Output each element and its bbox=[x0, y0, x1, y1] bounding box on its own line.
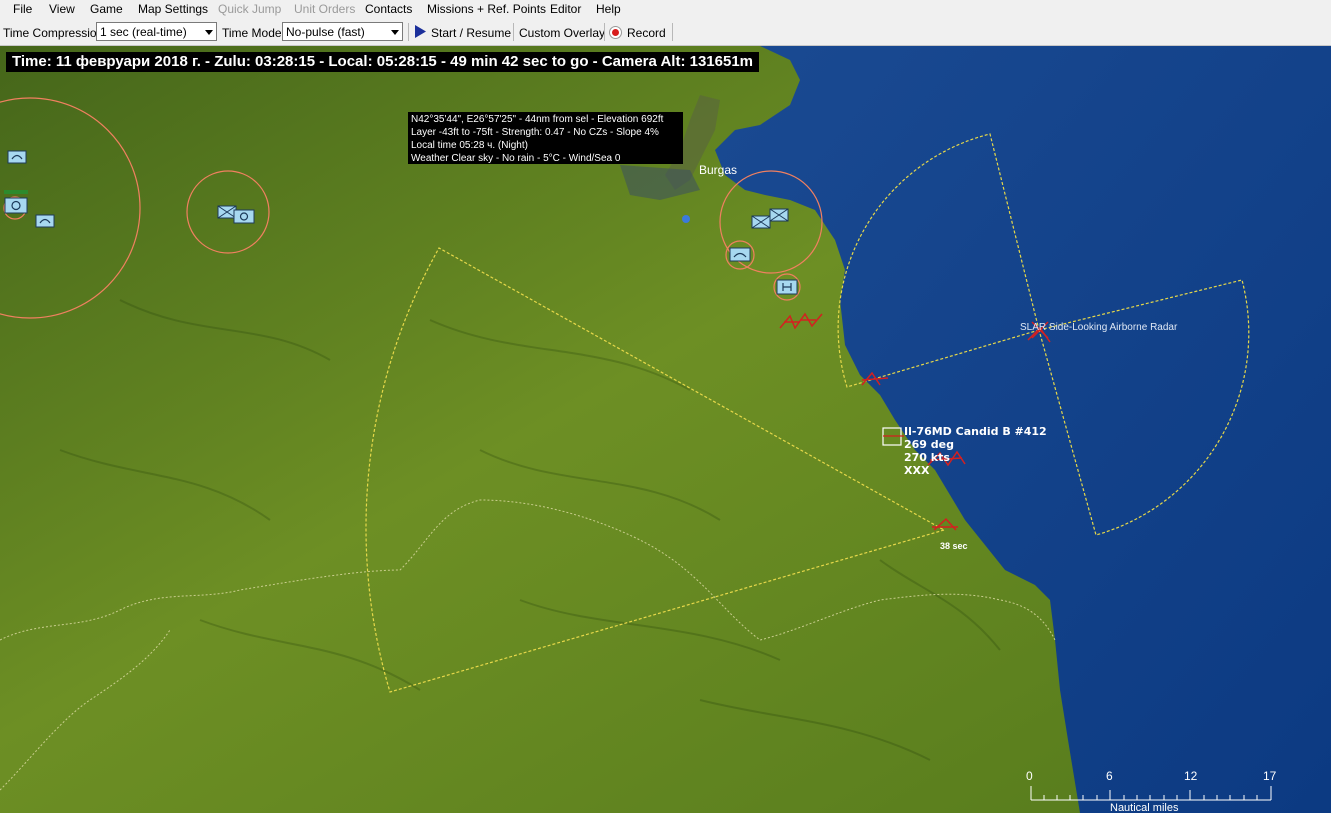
chevron-down-icon bbox=[205, 30, 213, 35]
friendly-unit-icon[interactable] bbox=[776, 279, 798, 295]
menu-editor[interactable]: Editor bbox=[550, 2, 581, 16]
status-text: Time: 11 февруари 2018 г. - Zulu: 03:28:… bbox=[12, 53, 754, 70]
scale-tick-label: 0 bbox=[1026, 769, 1033, 783]
info-local-time: Local time 05:28 ч. (Night) bbox=[411, 140, 528, 151]
time-compression-value: 1 sec (real-time) bbox=[100, 25, 187, 39]
contact-label: Il-76MD Candid B #412 269 deg 270 kts XX… bbox=[904, 425, 1047, 477]
custom-overlay-button[interactable]: Custom Overlay bbox=[519, 22, 606, 42]
scale-unit-label: Nautical miles bbox=[1110, 802, 1179, 813]
time-compression-label: Time Compression: bbox=[3, 26, 107, 40]
scale-ruler bbox=[1030, 786, 1272, 801]
menu-game[interactable]: Game bbox=[90, 2, 123, 16]
toolbar: Time Compression: 1 sec (real-time) Time… bbox=[0, 19, 1331, 46]
time-compression-select[interactable]: 1 sec (real-time) bbox=[96, 22, 217, 41]
slar-label: SLAR Side-Looking Airborne Radar bbox=[1020, 322, 1178, 333]
city-label-burgas: Burgas bbox=[699, 163, 738, 177]
friendly-unit-icon[interactable] bbox=[7, 150, 27, 164]
menu-missions-ref-points[interactable]: Missions + Ref. Points bbox=[427, 2, 546, 16]
menu-bar: File View Game Map Settings Quick Jump U… bbox=[0, 0, 1331, 19]
friendly-unit-icon[interactable] bbox=[35, 214, 55, 228]
menu-unit-orders[interactable]: Unit Orders bbox=[294, 2, 355, 16]
info-weather: Weather Clear sky - No rain - 5°C - Wind… bbox=[411, 153, 621, 164]
map-info-tooltip: N42°35'44", E26°57'25" - 44nm from sel -… bbox=[408, 112, 683, 164]
record-label: Record bbox=[627, 26, 666, 40]
custom-overlay-label: Custom Overlay bbox=[519, 26, 606, 40]
status-line: Time: 11 февруари 2018 г. - Zulu: 03:28:… bbox=[6, 52, 760, 72]
toolbar-separator bbox=[513, 23, 514, 41]
timer-label: 38 sec bbox=[940, 541, 968, 551]
friendly-unit-icon[interactable] bbox=[4, 190, 28, 214]
friendly-unit-icon[interactable] bbox=[729, 247, 751, 262]
info-coordinates: N42°35'44", E26°57'25" - 44nm from sel -… bbox=[411, 114, 664, 125]
time-mode-select[interactable]: No-pulse (fast) bbox=[282, 22, 403, 41]
record-button[interactable]: Record bbox=[608, 22, 670, 42]
lake-marker bbox=[682, 215, 690, 223]
contact-altitude: XXX bbox=[904, 464, 930, 477]
scale-tick-label: 12 bbox=[1184, 769, 1198, 783]
toolbar-separator bbox=[408, 23, 409, 41]
start-resume-label: Start / Resume bbox=[431, 26, 512, 40]
scale-tick-label: 6 bbox=[1106, 769, 1113, 783]
time-mode-value: No-pulse (fast) bbox=[286, 25, 365, 39]
menu-view[interactable]: View bbox=[49, 2, 75, 16]
contact-name: Il-76MD Candid B #412 bbox=[904, 425, 1047, 438]
scale-tick-label: 17 bbox=[1263, 769, 1277, 783]
toolbar-separator bbox=[672, 23, 673, 41]
chevron-down-icon bbox=[391, 30, 399, 35]
contact-heading: 269 deg bbox=[904, 438, 954, 451]
menu-file[interactable]: File bbox=[13, 2, 32, 16]
play-icon bbox=[415, 25, 426, 38]
menu-map-settings[interactable]: Map Settings bbox=[138, 2, 208, 16]
start-resume-button[interactable]: Start / Resume bbox=[412, 22, 512, 42]
menu-contacts[interactable]: Contacts bbox=[365, 2, 412, 16]
menu-help[interactable]: Help bbox=[596, 2, 621, 16]
menu-quick-jump[interactable]: Quick Jump bbox=[218, 2, 281, 16]
info-layer: Layer -43ft to -75ft - Strength: 0.47 - … bbox=[411, 127, 659, 138]
record-icon bbox=[609, 26, 622, 39]
toolbar-separator bbox=[604, 23, 605, 41]
contact-speed: 270 kts bbox=[904, 451, 950, 464]
time-mode-label: Time Mode: bbox=[222, 26, 285, 40]
